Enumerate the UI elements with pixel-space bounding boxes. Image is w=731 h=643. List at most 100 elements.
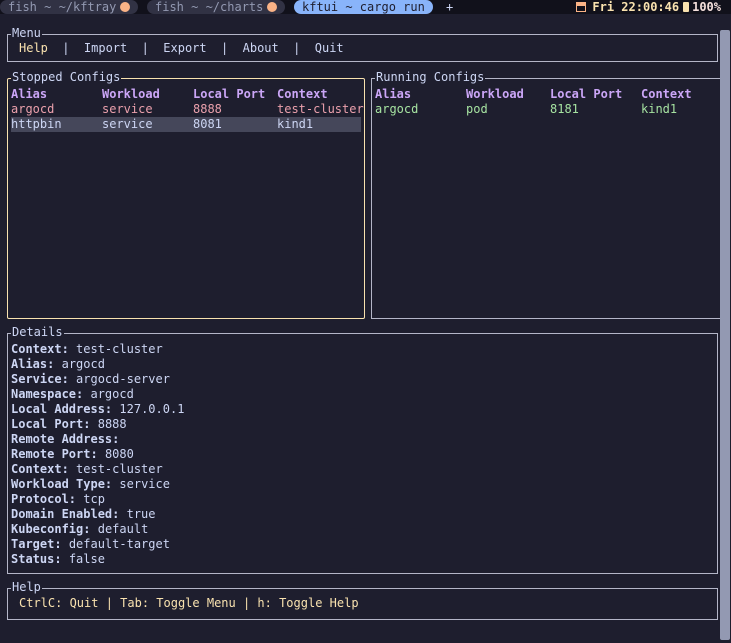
cell-context: test-cluster: [277, 102, 364, 116]
table-row[interactable]: argocd pod 8181 kind1: [375, 102, 715, 117]
detail-label: Target:: [11, 537, 62, 551]
menu-panel: Menu Help | Import | Export | About | Quit: [7, 26, 718, 62]
running-table-header: Alias Workload Local Port Context: [375, 87, 715, 102]
table-row[interactable]: argocd service 8888 test-cluster: [11, 102, 364, 117]
battery-percent: 100%: [692, 0, 721, 14]
running-configs-title: Running Configs: [375, 70, 486, 85]
detail-label: Service:: [11, 372, 69, 386]
menu-item-help[interactable]: Help: [19, 41, 48, 55]
details-panel: Details Context: test-cluster Alias: argo…: [7, 325, 718, 574]
detail-label: Status:: [11, 552, 62, 566]
detail-value: service: [119, 477, 170, 491]
cell-local-port: 8181: [550, 102, 579, 116]
detail-value: true: [126, 507, 156, 521]
detail-label: Local Port:: [11, 417, 91, 431]
column-header-local-port: Local Port: [550, 87, 623, 101]
help-panel: Help CtrlC: Quit | Tab: Toggle Menu | h:…: [7, 580, 718, 620]
detail-label: Kubeconfig:: [11, 522, 91, 536]
detail-label: Local Address:: [11, 402, 113, 416]
stopped-table-header: Alias Workload Local Port Context: [11, 87, 363, 102]
menu-separator: |: [293, 41, 301, 55]
detail-label: Remote Address:: [11, 432, 120, 446]
detail-label: Context:: [11, 462, 69, 476]
menu-bar: Help | Import | Export | About | Quit: [19, 41, 344, 56]
detail-label: Namespace:: [11, 387, 84, 401]
cell-local-port: 8081: [193, 117, 222, 131]
cell-local-port: 8888: [193, 102, 222, 116]
menu-item-about[interactable]: About: [243, 41, 279, 55]
cell-workload: service: [102, 102, 153, 116]
activity-dot-icon: [267, 2, 278, 12]
detail-value: test-cluster: [76, 342, 163, 356]
detail-value: argocd-server: [76, 372, 170, 386]
detail-value: default: [97, 522, 149, 536]
table-row-selected[interactable]: httpbin service 8081 kind1: [11, 117, 361, 132]
column-header-workload: Workload: [466, 87, 524, 101]
detail-value: argocd: [61, 357, 105, 371]
details-title: Details: [11, 325, 64, 340]
detail-line: Remote Address:: [11, 432, 119, 447]
menu-separator: |: [141, 41, 149, 55]
detail-line: Kubeconfig: default: [11, 522, 148, 537]
detail-value: tcp: [83, 492, 105, 506]
detail-line: Domain Enabled: true: [11, 507, 156, 522]
detail-label: Remote Port:: [11, 447, 98, 461]
detail-value: 8080: [104, 447, 134, 461]
clock-text: Fri 22:00:46: [592, 0, 680, 14]
cell-workload: pod: [466, 102, 488, 116]
detail-line: Context: test-cluster: [11, 462, 163, 477]
column-header-alias: Alias: [375, 87, 412, 101]
column-header-alias: Alias: [11, 87, 48, 101]
detail-label: Protocol:: [11, 492, 77, 506]
detail-value: test-cluster: [76, 462, 163, 476]
detail-line: Workload Type: service: [11, 477, 170, 492]
tab-label: kftui ~ cargo run: [302, 0, 425, 14]
activity-dot-icon: [120, 2, 131, 12]
status-area: Fri 22:00:46 100%: [576, 0, 721, 14]
detail-label: Alias:: [11, 357, 55, 371]
detail-line: Remote Port: 8080: [11, 447, 134, 462]
detail-value: argocd: [90, 387, 134, 401]
cell-context: kind1: [277, 117, 314, 131]
detail-value: default-target: [68, 537, 170, 551]
menu-item-export[interactable]: Export: [163, 41, 206, 55]
detail-label: Domain Enabled:: [11, 507, 120, 521]
tab-label: fish ~ ~/kftray: [8, 0, 117, 14]
detail-value: 127.0.0.1: [119, 402, 185, 416]
detail-line: Local Port: 8888: [11, 417, 127, 432]
cell-alias: httpbin: [11, 117, 62, 131]
tab-label: fish ~ ~/charts: [155, 0, 264, 14]
new-tab-button[interactable]: +: [446, 0, 453, 14]
detail-line: Local Address: 127.0.0.1: [11, 402, 184, 417]
column-header-workload: Workload: [102, 87, 160, 101]
calendar-icon: [576, 2, 587, 12]
column-header-context: Context: [641, 87, 692, 101]
stopped-configs-panel[interactable]: Stopped Configs Alias Workload Local Por…: [7, 70, 365, 319]
menu-separator: |: [221, 41, 229, 55]
menu-item-import[interactable]: Import: [84, 41, 127, 55]
menu-separator: |: [62, 41, 70, 55]
detail-line: Namespace: argocd: [11, 387, 134, 402]
help-keybindings: CtrlC: Quit | Tab: Toggle Menu | h: Togg…: [19, 596, 359, 610]
tab-kftray[interactable]: fish ~ ~/kftray: [0, 0, 139, 14]
window-scrollbar[interactable]: [720, 30, 730, 640]
running-configs-panel[interactable]: Running Configs Alias Workload Local Por…: [371, 70, 721, 319]
menu-item-quit[interactable]: Quit: [315, 41, 344, 55]
detail-line: Context: test-cluster: [11, 342, 163, 357]
detail-line: Target: default-target: [11, 537, 170, 552]
detail-label: Context:: [11, 342, 69, 356]
detail-line: Status: false: [11, 552, 105, 567]
cell-alias: argocd: [375, 102, 419, 116]
detail-line: Alias: argocd: [11, 357, 105, 372]
detail-value: false: [68, 552, 105, 566]
column-header-local-port: Local Port: [193, 87, 266, 101]
cell-context: kind1: [641, 102, 678, 116]
help-title: Help: [11, 580, 42, 595]
cell-workload: service: [102, 117, 153, 131]
tab-kftui[interactable]: kftui ~ cargo run: [294, 0, 433, 14]
terminal-tab-bar: fish ~ ~/kftray fish ~ ~/charts kftui ~ …: [0, 0, 731, 14]
cell-alias: argocd: [11, 102, 55, 116]
battery-icon: [683, 2, 690, 12]
tab-charts[interactable]: fish ~ ~/charts: [147, 0, 286, 14]
detail-value: 8888: [97, 417, 127, 431]
